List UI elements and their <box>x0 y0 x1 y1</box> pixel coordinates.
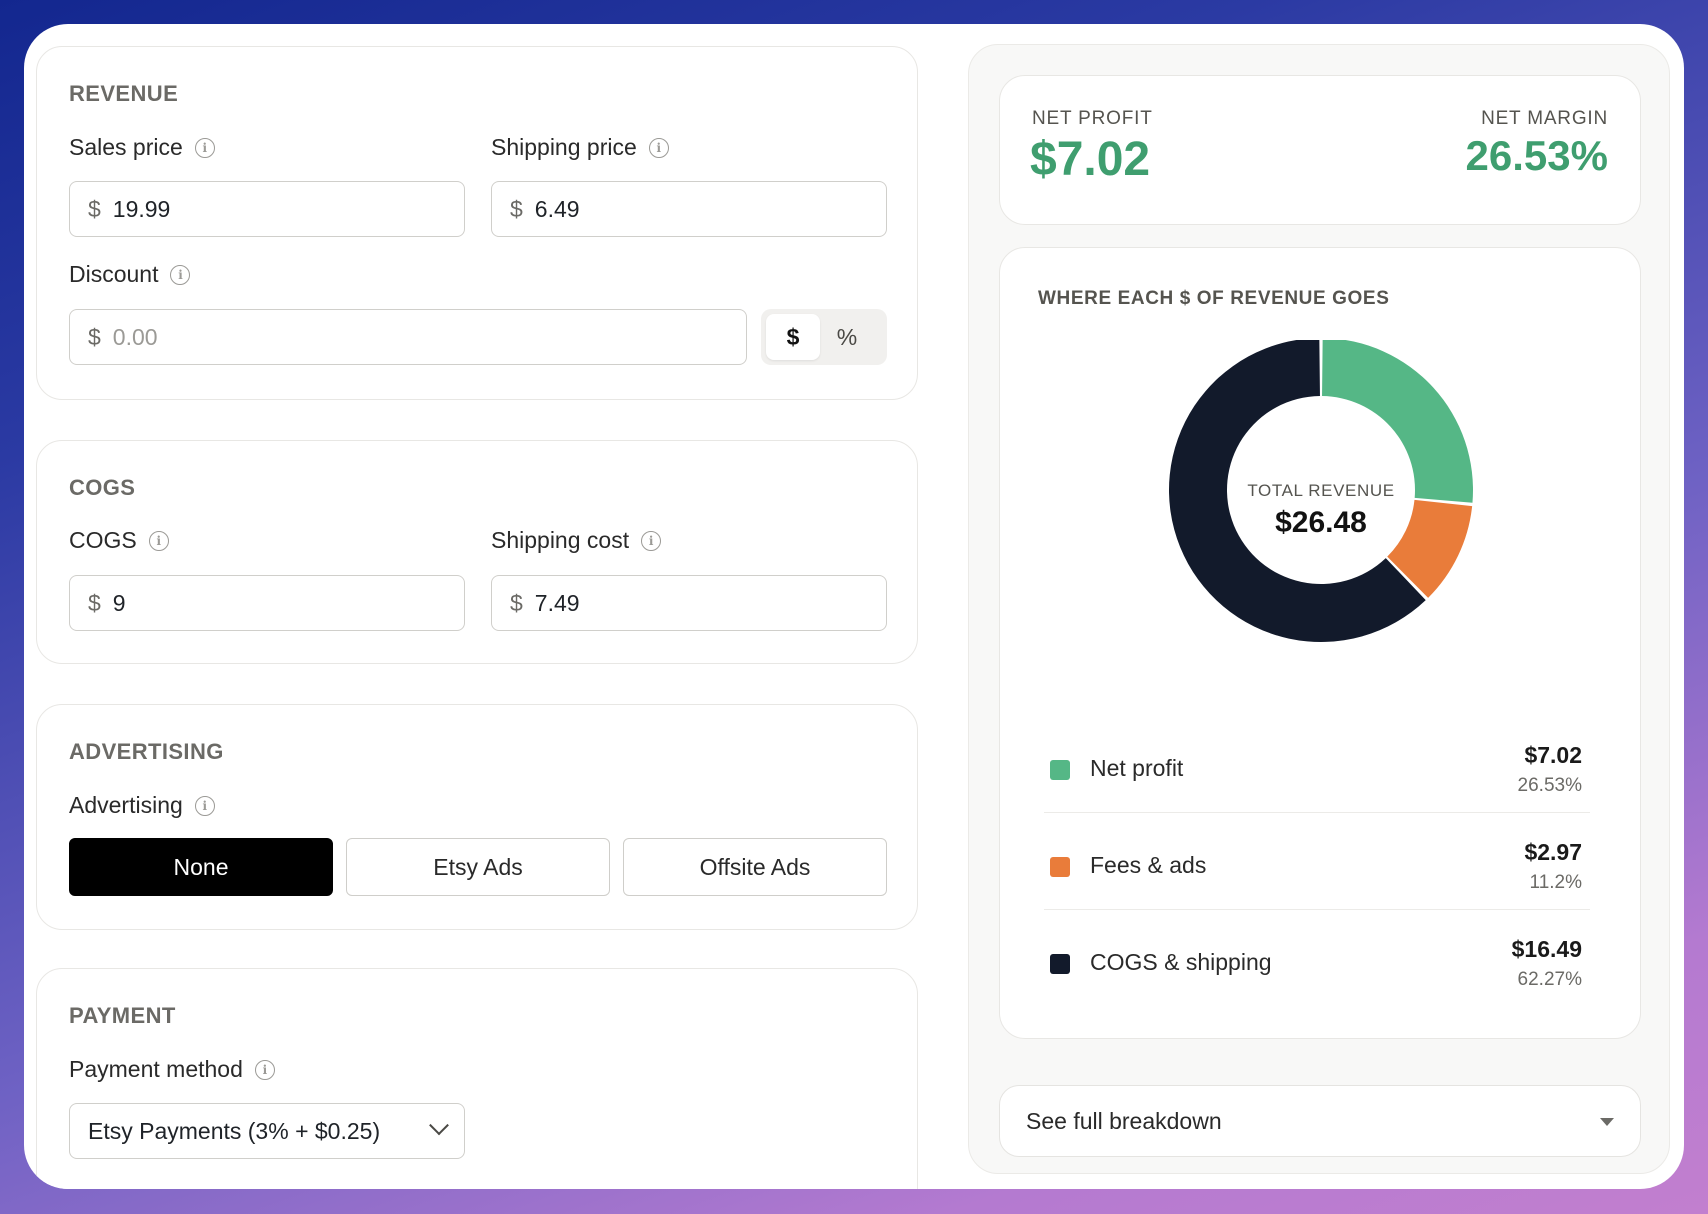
discount-mode-dollar[interactable]: $ <box>766 314 820 360</box>
donut-center-label: TOTAL REVENUE <box>1247 481 1394 500</box>
revenue-section-title: REVENUE <box>69 81 179 106</box>
payment-method-label: Payment method i <box>69 1056 275 1083</box>
info-icon[interactable]: i <box>254 1059 275 1080</box>
payment-card: PAYMENT Payment method i Etsy Payments (… <box>36 968 918 1189</box>
profit-calculator-app: REVENUE Sales price i $ 19.99 Shipping p… <box>24 24 1684 1189</box>
discount-mode-toggle: $ % <box>761 309 887 365</box>
legend-swatch <box>1050 760 1070 780</box>
sales-price-input[interactable]: $ 19.99 <box>69 181 465 237</box>
cogs-input[interactable]: $ 9 <box>69 575 465 631</box>
info-icon[interactable]: i <box>641 530 662 551</box>
advertising-label: Advertising i <box>69 792 215 819</box>
payment-method-select[interactable]: Etsy Payments (3% + $0.25) <box>69 1103 465 1159</box>
see-full-breakdown-toggle[interactable]: See full breakdown <box>999 1085 1641 1157</box>
info-icon[interactable]: i <box>170 264 191 285</box>
legend-item-fees-ads: Fees & ads $2.97 11.2% <box>1044 819 1590 907</box>
advertising-section-title: ADVERTISING <box>69 739 224 764</box>
payment-section-title: PAYMENT <box>69 1003 176 1028</box>
info-icon[interactable]: i <box>194 795 215 816</box>
net-profit-value: $7.02 <box>1030 133 1151 186</box>
discount-mode-percent[interactable]: % <box>820 314 874 360</box>
revenue-breakdown-card: WHERE EACH $ OF REVENUE GOES TOTAL REVEN… <box>999 247 1641 1039</box>
chevron-down-icon <box>429 1115 449 1136</box>
advertising-card: ADVERTISING Advertising i None Etsy Ads … <box>36 704 918 930</box>
shipping-price-input[interactable]: $ 6.49 <box>491 181 887 237</box>
sales-price-label: Sales price i <box>69 134 215 161</box>
advertising-none-button[interactable]: None <box>69 838 333 896</box>
info-icon[interactable]: i <box>648 137 669 158</box>
cogs-label: COGS i <box>69 527 169 554</box>
info-icon[interactable]: i <box>194 137 215 158</box>
shipping-price-label: Shipping price i <box>491 134 669 161</box>
donut-center-value: $26.48 <box>1275 506 1367 539</box>
advertising-etsy-ads-button[interactable]: Etsy Ads <box>346 838 610 896</box>
shipping-cost-input[interactable]: $ 7.49 <box>491 575 887 631</box>
caret-down-icon <box>1600 1118 1614 1126</box>
net-profit-label: NET PROFIT <box>1032 108 1153 129</box>
cogs-section-title: COGS <box>69 475 136 500</box>
results-panel: NET PROFIT $7.02 NET MARGIN 26.53% WHERE… <box>968 44 1670 1174</box>
discount-label: Discount i <box>69 261 191 288</box>
net-margin-label: NET MARGIN <box>1481 108 1608 129</box>
summary-card: NET PROFIT $7.02 NET MARGIN 26.53% <box>999 75 1641 225</box>
legend-item-net-profit: Net profit $7.02 26.53% <box>1044 722 1590 810</box>
cogs-card: COGS COGS i $ 9 Shipping cost i $ 7.49 <box>36 440 918 664</box>
revenue-card: REVENUE Sales price i $ 19.99 Shipping p… <box>36 46 918 400</box>
info-icon[interactable]: i <box>148 530 169 551</box>
legend-divider <box>1044 909 1590 910</box>
legend-item-cogs-shipping: COGS & shipping $16.49 62.27% <box>1044 916 1590 1004</box>
discount-input[interactable]: $ 0.00 <box>69 309 747 365</box>
shipping-cost-label: Shipping cost i <box>491 527 662 554</box>
revenue-donut-chart: TOTAL REVENUE $26.48 <box>1169 340 1473 642</box>
legend-divider <box>1044 812 1590 813</box>
legend-swatch <box>1050 954 1070 974</box>
advertising-offsite-ads-button[interactable]: Offsite Ads <box>623 838 887 896</box>
chart-title: WHERE EACH $ OF REVENUE GOES <box>1038 288 1390 309</box>
net-margin-value: 26.53% <box>1465 132 1608 179</box>
legend-swatch <box>1050 857 1070 877</box>
donut-slice-net-profit <box>1322 340 1473 503</box>
